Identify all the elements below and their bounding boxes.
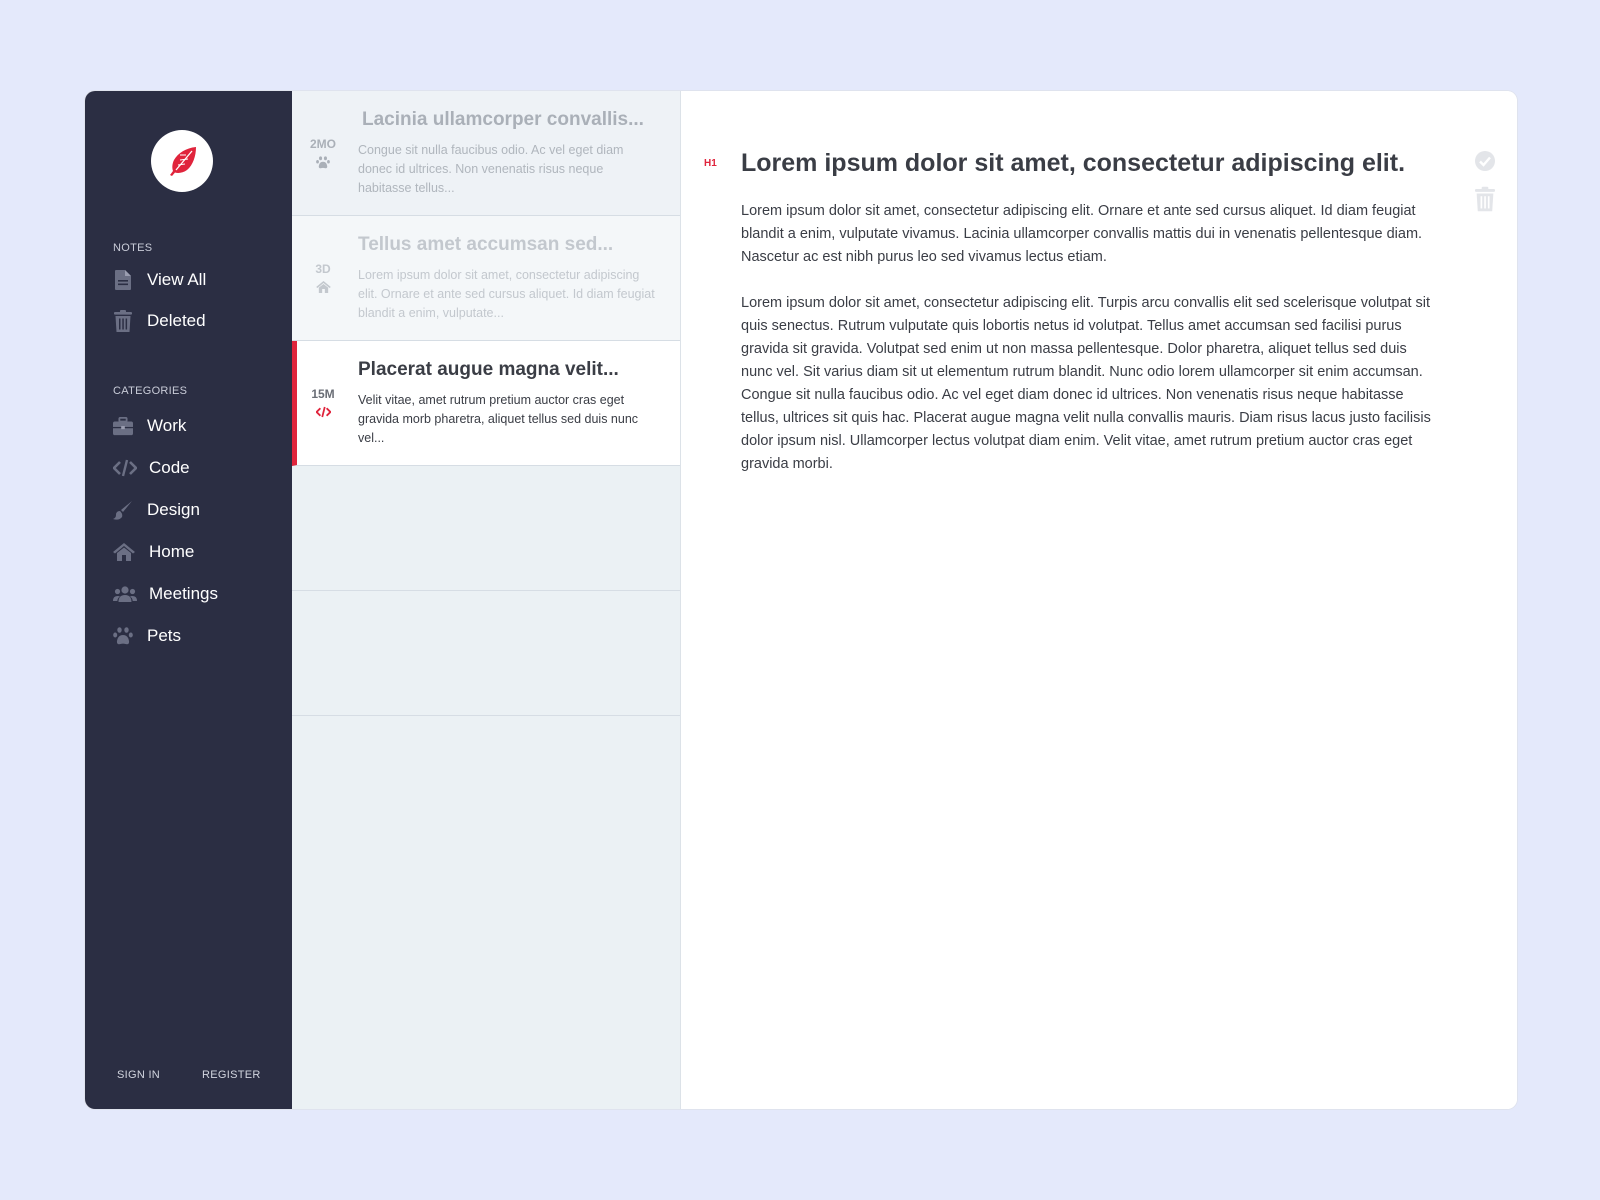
note-paragraph[interactable]: Lorem ipsum dolor sit amet, consectetur … (741, 292, 1431, 476)
note-item[interactable]: 3D Tellus amet accumsan sed... Lorem ips… (292, 216, 680, 341)
file-icon (113, 269, 133, 291)
note-age: 2MO (309, 137, 336, 151)
note-paragraph[interactable]: Lorem ipsum dolor sit amet, consectetur … (741, 200, 1431, 269)
note-meta: 3D (292, 262, 354, 294)
category-home[interactable]: Home (113, 539, 194, 565)
note-excerpt: Congue sit nulla faucibus odio. Ac vel e… (358, 143, 624, 195)
category-code[interactable]: Code (113, 455, 190, 481)
note-meta: 2MO (292, 137, 354, 169)
users-icon (113, 583, 137, 605)
note-heading[interactable]: Lorem ipsum dolor sit amet, consectetur … (741, 149, 1441, 178)
mark-done-button[interactable] (1473, 149, 1497, 173)
app-window: NOTES View All Deleted CATEGORIES Work C… (85, 91, 1517, 1109)
note-excerpt: Velit vitae, amet rutrum pretium auctor … (358, 393, 639, 445)
nav-deleted[interactable]: Deleted (113, 308, 206, 334)
notes-section-label: NOTES (113, 242, 153, 254)
register-link[interactable]: REGISTER (202, 1069, 261, 1081)
trash-icon (1475, 186, 1495, 212)
note-age: 15M (311, 387, 335, 401)
category-meetings[interactable]: Meetings (113, 581, 218, 607)
note-title: Tellus amet accumsan sed... (358, 234, 614, 255)
category-pets-label: Pets (147, 626, 182, 645)
category-design[interactable]: Design (113, 497, 200, 523)
check-circle-icon (1475, 151, 1495, 171)
home-icon (113, 541, 135, 563)
heading-level-marker: H1 (704, 158, 717, 169)
brush-icon (113, 499, 133, 521)
note-item-selected[interactable]: 15M Placerat augue magna velit... Velit … (292, 341, 680, 466)
category-work[interactable]: Work (113, 413, 186, 439)
code-icon (315, 405, 331, 419)
category-pets[interactable]: Pets (113, 623, 181, 649)
category-home-label: Home (149, 542, 195, 561)
sidebar: NOTES View All Deleted CATEGORIES Work C… (85, 91, 292, 1109)
trash-icon (113, 310, 133, 332)
category-code-label: Code (149, 458, 190, 477)
home-icon (315, 280, 331, 294)
category-design-label: Design (147, 500, 200, 519)
note-title: Lacinia ullamcorper convallis... (362, 109, 644, 130)
note-list: 2MO Lacinia ullamcorper convallis... Con… (292, 91, 681, 1109)
code-icon (113, 457, 137, 479)
nav-deleted-label: Deleted (147, 311, 206, 330)
paw-icon (113, 625, 133, 647)
nav-view-all-label: View All (147, 270, 207, 289)
nav-view-all[interactable]: View All (113, 267, 206, 293)
category-work-label: Work (147, 416, 187, 435)
app-logo[interactable] (151, 130, 213, 192)
category-meetings-label: Meetings (149, 584, 218, 603)
categories-section-label: CATEGORIES (113, 385, 188, 397)
briefcase-icon (113, 415, 133, 437)
note-excerpt: Lorem ipsum dolor sit amet, consectetur … (358, 268, 655, 320)
empty-note-slot (292, 591, 680, 716)
paw-icon (315, 155, 331, 169)
sign-in-link[interactable]: SIGN IN (117, 1069, 160, 1081)
note-meta: 15M (292, 387, 354, 419)
note-item[interactable]: 2MO Lacinia ullamcorper convallis... Con… (292, 91, 680, 216)
delete-note-button[interactable] (1473, 185, 1497, 213)
empty-note-slot (292, 466, 680, 591)
feather-icon (170, 147, 196, 176)
note-title: Placerat augue magna velit... (358, 359, 619, 380)
note-age: 3D (315, 262, 331, 276)
note-editor[interactable]: H1 Lorem ipsum dolor sit amet, consectet… (681, 91, 1517, 1109)
